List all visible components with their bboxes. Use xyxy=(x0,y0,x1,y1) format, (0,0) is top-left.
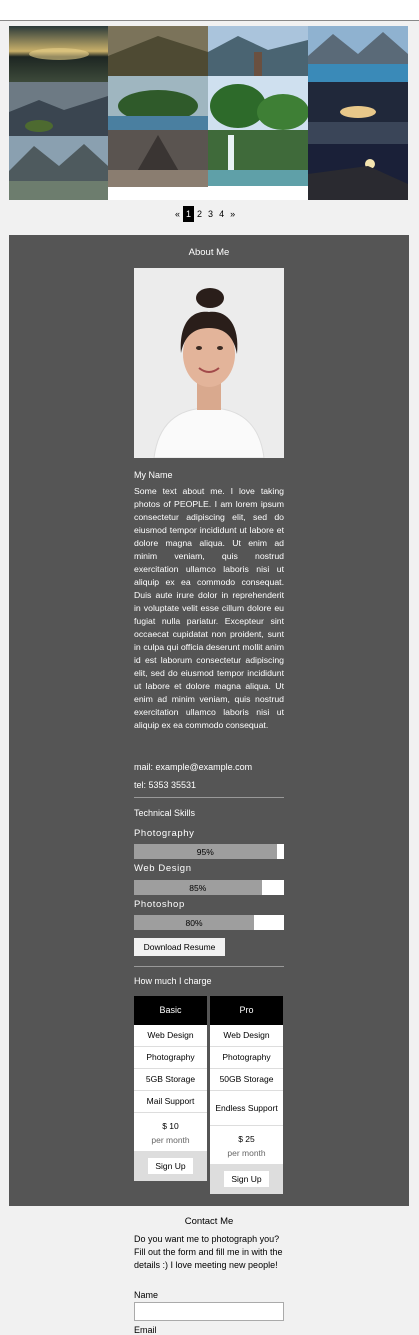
skill-label-web-design: Web Design xyxy=(134,863,192,874)
gallery-photo[interactable] xyxy=(108,130,208,187)
plan-feature: Web Design xyxy=(134,1025,207,1047)
pricing-plan-basic: Basic Web Design Photography 5GB Storage… xyxy=(134,996,207,1181)
plan-feature: Endless Support xyxy=(210,1091,283,1126)
name-field[interactable] xyxy=(134,1302,284,1321)
plan-price: $ 10 xyxy=(162,1121,179,1131)
about-mail: mail: example@example.com xyxy=(134,762,253,772)
gallery-photo[interactable] xyxy=(108,26,208,76)
plan-price-block: $ 25 per month xyxy=(210,1126,283,1164)
pagination-prev[interactable]: « xyxy=(172,206,183,222)
gallery-photo[interactable] xyxy=(308,26,408,82)
plan-name: Pro xyxy=(210,996,283,1025)
plan-feature: 50GB Storage xyxy=(210,1069,283,1091)
plan-feature: Photography xyxy=(134,1047,207,1069)
plan-footer: Sign Up xyxy=(134,1151,207,1181)
plan-period: per month xyxy=(227,1148,266,1158)
about-title: About Me xyxy=(188,247,230,258)
skill-label-photography: Photography xyxy=(134,828,195,839)
about-bio: Some text about me. I love taking photos… xyxy=(134,486,284,730)
plan-name: Basic xyxy=(134,996,207,1025)
gallery-photo[interactable] xyxy=(9,26,108,82)
pagination: « 1 2 3 4 » xyxy=(172,205,238,223)
plan-feature: Mail Support xyxy=(134,1091,207,1113)
pagination-next[interactable]: » xyxy=(227,206,238,222)
contact-text: Do you want me to photograph you? Fill o… xyxy=(134,1234,283,1270)
about-tel: tel: 5353 35531 xyxy=(134,780,197,790)
skill-bar-web-design: 85% xyxy=(134,880,284,895)
divider xyxy=(134,966,284,967)
about-name: My Name xyxy=(134,470,173,480)
skills-title: Technical Skills xyxy=(134,808,196,818)
skill-bar-fill: 95% xyxy=(134,844,277,859)
pricing-plan-pro: Pro Web Design Photography 50GB Storage … xyxy=(210,996,283,1194)
divider xyxy=(134,797,284,798)
gallery-photo[interactable] xyxy=(308,144,408,200)
plan-feature: 5GB Storage xyxy=(134,1069,207,1091)
plan-price-block: $ 10 per month xyxy=(134,1113,207,1151)
email-label: Email xyxy=(134,1325,157,1335)
skill-bar-photoshop: 80% xyxy=(134,915,284,930)
sign-up-button-basic[interactable]: Sign Up xyxy=(148,1158,193,1174)
plan-period: per month xyxy=(151,1135,190,1145)
download-resume-button[interactable]: Download Resume xyxy=(134,938,225,956)
skill-bar-fill: 80% xyxy=(134,915,254,930)
pagination-page-1[interactable]: 1 xyxy=(183,206,195,222)
skill-percent: 80% xyxy=(185,917,203,928)
skill-bar-photography: 95% xyxy=(134,844,284,859)
plan-price: $ 25 xyxy=(238,1134,255,1144)
plan-feature: Photography xyxy=(210,1047,283,1069)
skill-percent: 85% xyxy=(189,882,207,893)
gallery-photo[interactable] xyxy=(108,76,208,130)
skill-percent: 95% xyxy=(196,846,214,857)
portrait-photo xyxy=(134,268,284,458)
contact-title: Contact Me xyxy=(184,1216,234,1227)
pricing-title: How much I charge xyxy=(134,976,212,986)
plan-feature: Web Design xyxy=(210,1025,283,1047)
sign-up-button-pro[interactable]: Sign Up xyxy=(224,1171,269,1187)
about-panel: About Me My Name Some text about me. I l… xyxy=(9,235,409,1206)
pagination-page-4[interactable]: 4 xyxy=(216,206,227,222)
photo-gallery xyxy=(9,26,408,200)
gallery-photo[interactable] xyxy=(208,130,308,186)
gallery-photo[interactable] xyxy=(208,76,308,130)
browser-top-bar xyxy=(0,0,419,21)
plan-footer: Sign Up xyxy=(210,1164,283,1194)
skill-bar-fill: 85% xyxy=(134,880,262,895)
pagination-page-3[interactable]: 3 xyxy=(205,206,216,222)
gallery-photo[interactable] xyxy=(9,136,108,200)
pagination-page-2[interactable]: 2 xyxy=(194,206,205,222)
gallery-photo[interactable] xyxy=(9,82,108,136)
name-label: Name xyxy=(134,1290,159,1300)
gallery-photo[interactable] xyxy=(308,82,408,144)
skill-label-photoshop: Photoshop xyxy=(134,899,185,910)
gallery-photo[interactable] xyxy=(208,26,308,76)
